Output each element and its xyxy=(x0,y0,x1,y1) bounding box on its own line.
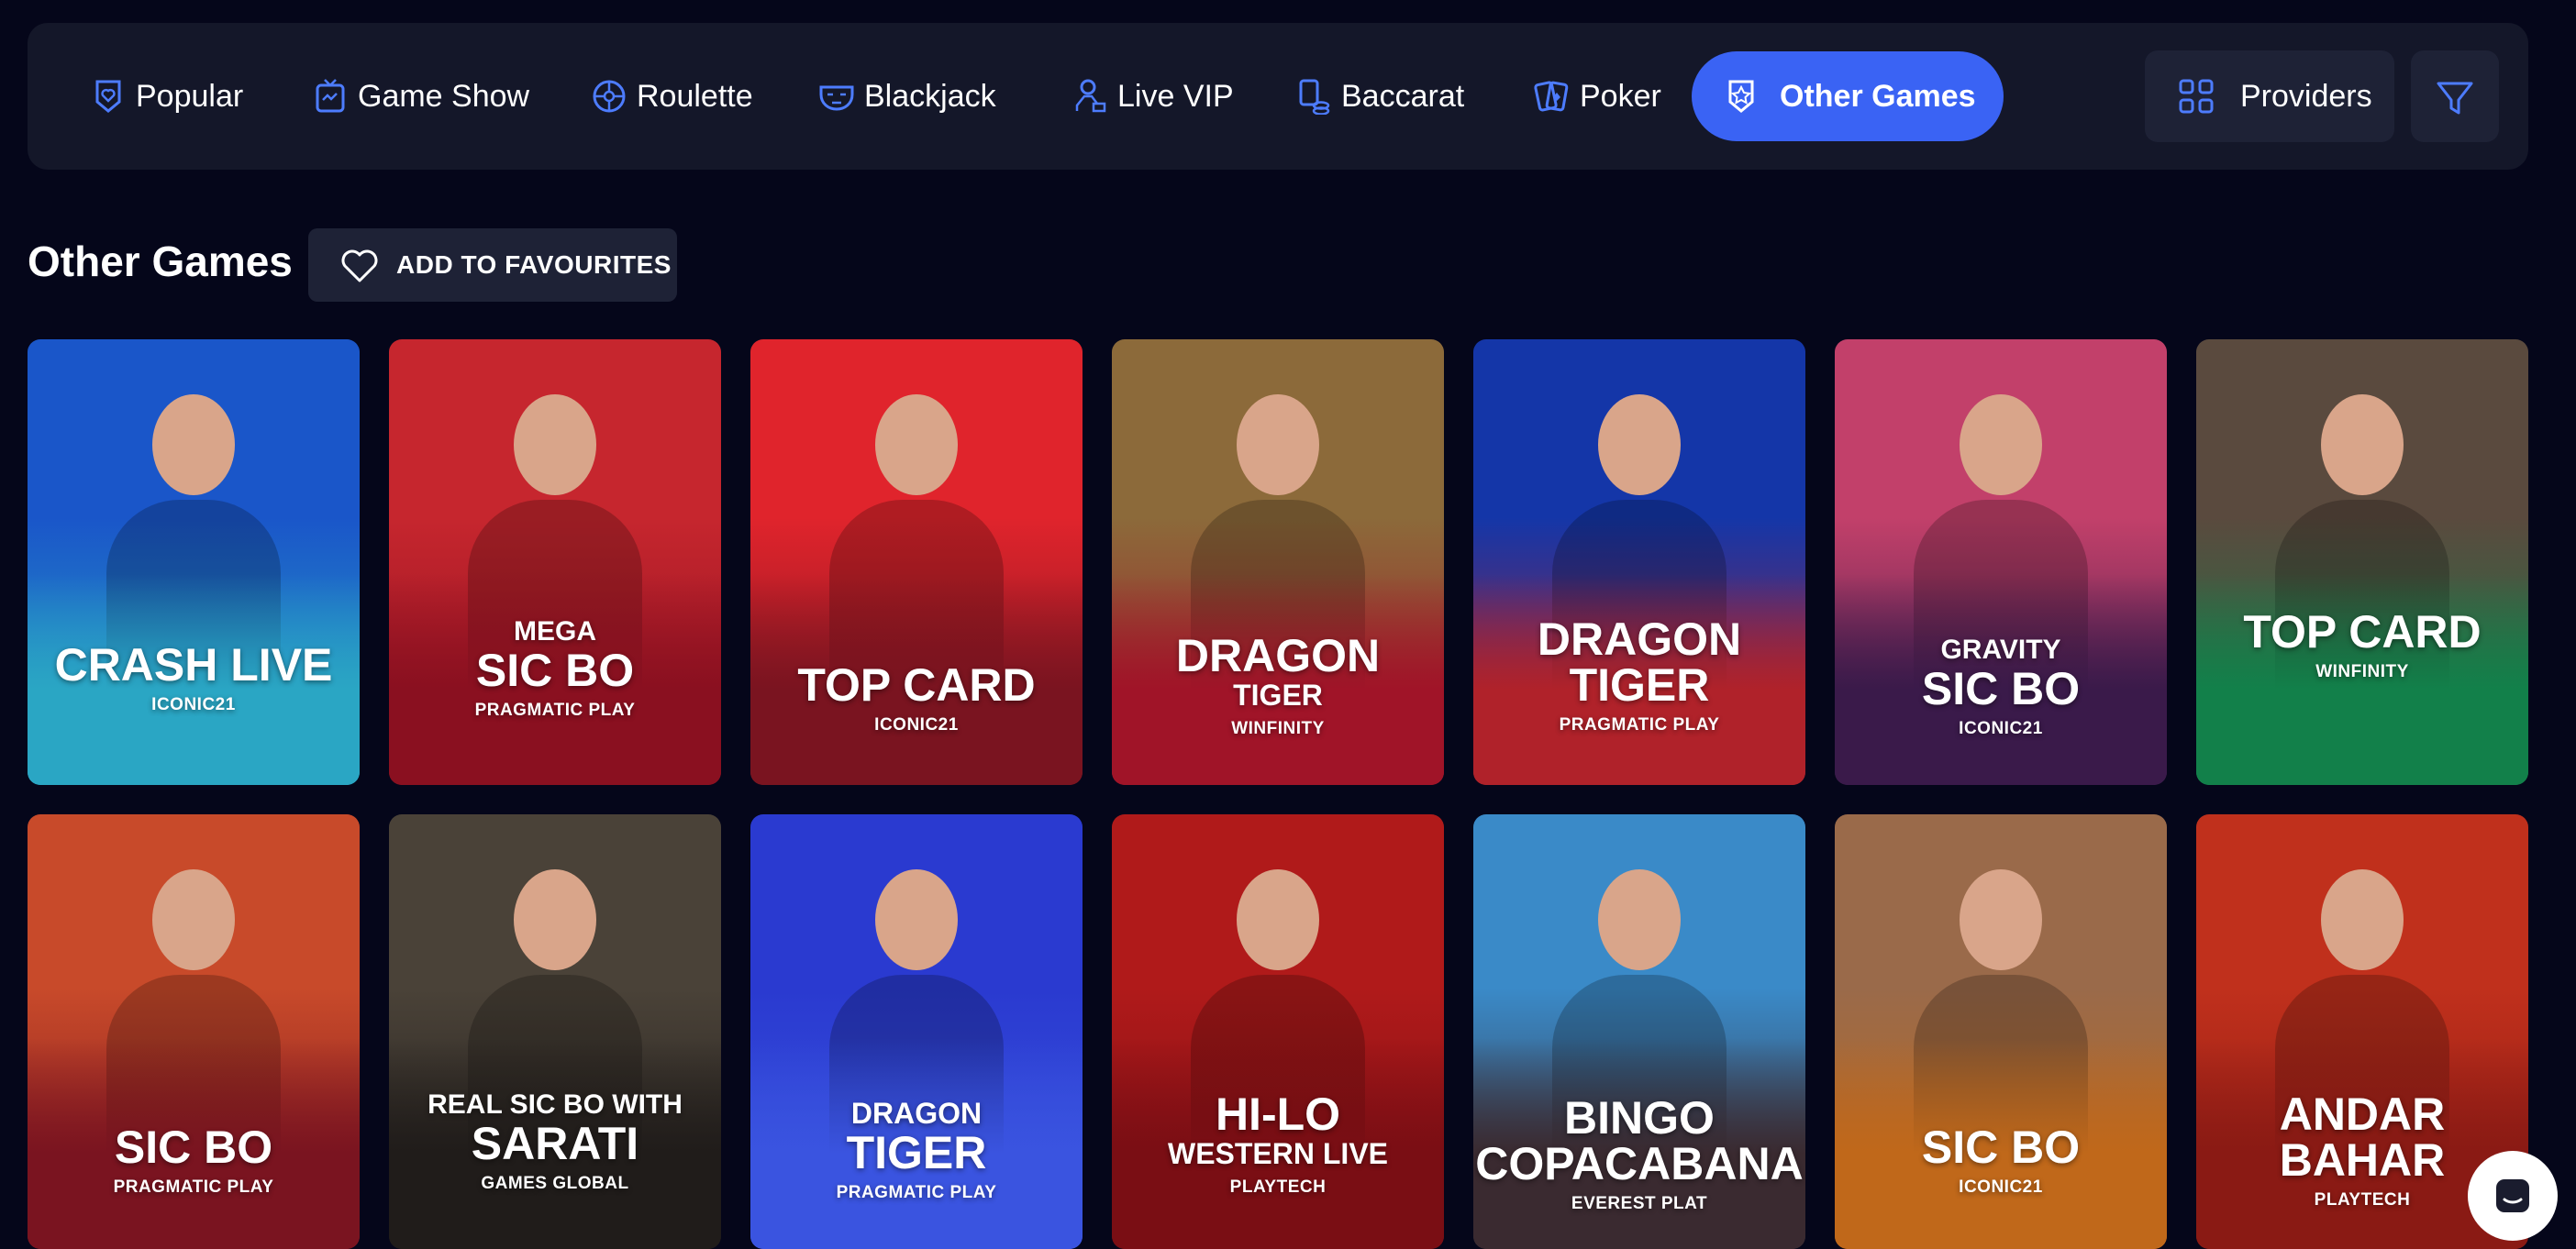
nav-item-roulette[interactable]: Roulette xyxy=(582,51,781,141)
game-provider: PRAGMATIC PLAY xyxy=(836,1183,997,1202)
game-title: CRASH LIVE xyxy=(54,639,333,691)
game-card[interactable]: SIC BO ICONIC21 xyxy=(1835,814,2167,1249)
game-title: SIC BO xyxy=(1921,1122,2081,1173)
game-card[interactable]: BINGO COPACABANA EVEREST PLAT xyxy=(1473,814,1805,1249)
game-card[interactable]: HI-LO WESTERN LIVE PLAYTECH xyxy=(1112,814,1444,1249)
game-subtitle: WESTERN LIVE xyxy=(1167,1137,1388,1170)
game-title: SIC BO xyxy=(114,1122,273,1173)
poker-cards-icon xyxy=(1534,81,1569,112)
nav-item-other-games[interactable]: Other Games xyxy=(1692,51,2004,141)
dealer-icon xyxy=(1075,79,1106,113)
nav-label: Baccarat xyxy=(1341,78,1465,114)
game-provider: ICONIC21 xyxy=(1959,1177,2043,1197)
nav-label: Live VIP xyxy=(1117,78,1234,114)
game-card[interactable]: TOP CARD WINFINITY xyxy=(2196,339,2528,785)
game-card-text: BINGO COPACABANA EVEREST PLAT xyxy=(1473,1095,1805,1214)
nav-label: Blackjack xyxy=(864,78,996,114)
game-provider: ICONIC21 xyxy=(874,715,959,735)
filter-icon xyxy=(2437,82,2473,115)
nav-item-baccarat[interactable]: Baccarat xyxy=(1286,51,1492,141)
chat-icon xyxy=(2496,1179,2529,1212)
nav-item-poker[interactable]: Poker xyxy=(1525,51,1689,141)
game-card[interactable]: SIC BO PRAGMATIC PLAY xyxy=(28,814,360,1249)
filter-button[interactable] xyxy=(2411,50,2499,142)
card-chips-icon xyxy=(1299,79,1330,115)
game-card-text: GRAVITY SIC BO ICONIC21 xyxy=(1835,635,2167,739)
page-title: Other Games xyxy=(28,238,293,285)
game-supertitle: MEGA xyxy=(514,616,596,647)
game-card-text: TOP CARD ICONIC21 xyxy=(750,662,1083,735)
chat-launcher-button[interactable] xyxy=(2468,1151,2558,1241)
providers-label: Providers xyxy=(2240,78,2372,114)
mask-icon xyxy=(819,85,854,111)
tv-icon xyxy=(316,79,345,113)
game-supertitle: REAL SIC BO WITH xyxy=(427,1089,683,1120)
game-provider: PRAGMATIC PLAY xyxy=(1559,715,1720,735)
game-card[interactable]: GRAVITY SIC BO ICONIC21 xyxy=(1835,339,2167,785)
game-card[interactable]: CRASH LIVE ICONIC21 xyxy=(28,339,360,785)
nav-item-popular[interactable]: Popular xyxy=(81,51,271,141)
game-card-text: REAL SIC BO WITH SARATI GAMES GLOBAL xyxy=(389,1089,721,1194)
game-provider: ICONIC21 xyxy=(1959,719,2043,738)
category-navbar: Popular Game Show Roulette Blackjack Liv… xyxy=(28,23,2528,170)
game-title: TIGER xyxy=(846,1127,987,1178)
game-card[interactable]: TOP CARD ICONIC21 xyxy=(750,339,1083,785)
nav-label: Other Games xyxy=(1780,78,1976,114)
nav-label: Popular xyxy=(136,78,244,114)
nav-label: Roulette xyxy=(637,78,753,114)
game-title: SIC BO xyxy=(475,645,635,696)
star-badge-icon xyxy=(1728,80,1754,113)
game-title: HI-LO xyxy=(1215,1089,1341,1140)
grid-icon xyxy=(2179,79,2214,114)
game-card-text: DRAGON TIGER WINFINITY xyxy=(1112,633,1444,739)
game-provider: GAMES GLOBAL xyxy=(481,1174,629,1193)
game-subtitle: TIGER xyxy=(1233,679,1323,712)
game-card-text: DRAGON TIGER PRAGMATIC PLAY xyxy=(1473,616,1805,735)
heart-badge-icon xyxy=(95,80,121,113)
game-card-text: MEGA SIC BO PRAGMATIC PLAY xyxy=(389,616,721,721)
game-provider: PRAGMATIC PLAY xyxy=(474,701,636,720)
game-title: BINGO COPACABANA xyxy=(1475,1092,1804,1189)
game-card[interactable]: REAL SIC BO WITH SARATI GAMES GLOBAL xyxy=(389,814,721,1249)
roulette-wheel-icon xyxy=(593,80,626,113)
heart-icon xyxy=(341,249,378,282)
add-to-favourites-button[interactable]: ADD TO FAVOURITES xyxy=(308,228,677,302)
game-provider: PLAYTECH xyxy=(1229,1177,1327,1197)
game-provider: EVEREST PLAT xyxy=(1571,1194,1708,1213)
game-card-text: CRASH LIVE ICONIC21 xyxy=(28,642,360,715)
game-title: SARATI xyxy=(471,1118,639,1169)
game-provider: PRAGMATIC PLAY xyxy=(113,1177,274,1197)
game-card[interactable]: DRAGON TIGER PRAGMATIC PLAY xyxy=(750,814,1083,1249)
game-provider: WINFINITY xyxy=(2315,662,2409,681)
providers-button[interactable]: Providers xyxy=(2145,50,2394,142)
game-supertitle: GRAVITY xyxy=(1940,635,2061,665)
game-card-text: HI-LO WESTERN LIVE PLAYTECH xyxy=(1112,1091,1444,1198)
game-title: DRAGON xyxy=(1175,630,1381,681)
game-pretitle: DRAGON xyxy=(850,1097,983,1130)
game-title: SIC BO xyxy=(1921,663,2081,714)
nav-label: Poker xyxy=(1580,78,1661,114)
game-title: TOP CARD xyxy=(797,659,1036,711)
game-card[interactable]: DRAGON TIGER PRAGMATIC PLAY xyxy=(1473,339,1805,785)
add-to-favourites-label: ADD TO FAVOURITES xyxy=(396,250,672,279)
game-card-text: SIC BO PRAGMATIC PLAY xyxy=(28,1124,360,1198)
nav-label: Game Show xyxy=(358,78,530,114)
nav-item-blackjack[interactable]: Blackjack xyxy=(809,51,1024,141)
game-card-text: TOP CARD WINFINITY xyxy=(2196,609,2528,682)
game-card[interactable]: MEGA SIC BO PRAGMATIC PLAY xyxy=(389,339,721,785)
game-card[interactable]: DRAGON TIGER WINFINITY xyxy=(1112,339,1444,785)
game-provider: WINFINITY xyxy=(1231,719,1325,738)
game-title: TOP CARD xyxy=(2243,606,2482,658)
nav-item-game-show[interactable]: Game Show xyxy=(303,51,557,141)
nav-item-live-vip[interactable]: Live VIP xyxy=(1062,51,1261,141)
game-card-text: DRAGON TIGER PRAGMATIC PLAY xyxy=(750,1097,1083,1203)
game-title: DRAGON TIGER xyxy=(1537,613,1742,711)
game-provider: ICONIC21 xyxy=(151,695,236,714)
game-card-text: SIC BO ICONIC21 xyxy=(1835,1124,2167,1198)
